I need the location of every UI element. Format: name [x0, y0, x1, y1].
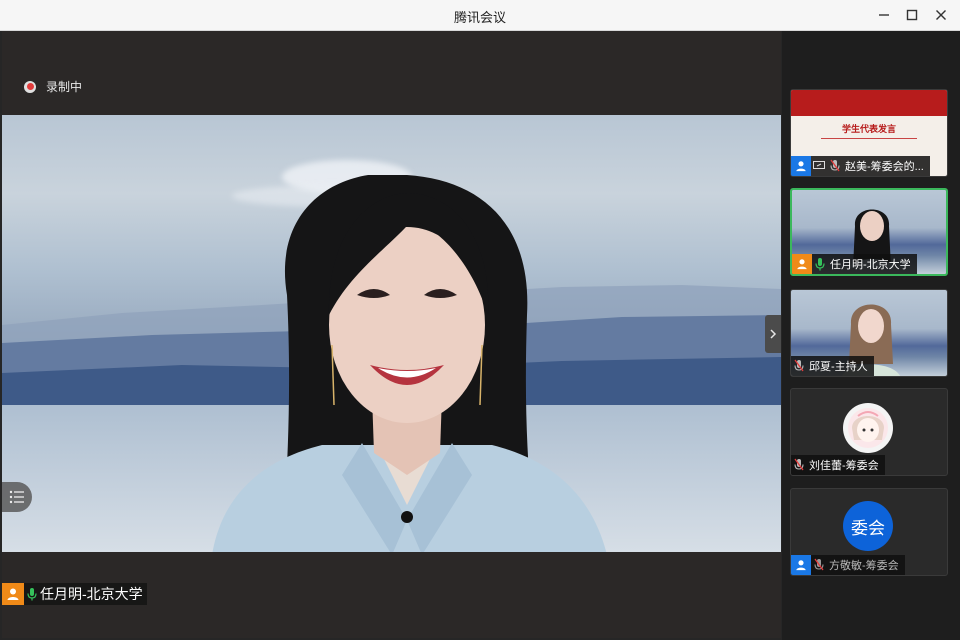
slide-title: 学生代表发言	[841, 124, 896, 134]
chevron-right-icon	[770, 329, 777, 339]
main-video	[2, 115, 781, 552]
mic-on-icon	[812, 254, 828, 274]
record-icon	[24, 80, 36, 93]
participant-name: 刘佳蕾-筹委会	[809, 460, 879, 472]
participant-name-tag: 任月明-北京大学	[792, 254, 917, 274]
slide-header-bar	[791, 90, 947, 116]
user-icon	[791, 555, 811, 575]
close-button[interactable]	[930, 5, 952, 25]
participant-name: 赵美-筹委会的...	[845, 161, 924, 173]
screen-share-icon	[811, 156, 827, 176]
user-icon	[792, 254, 812, 274]
user-icon	[2, 583, 24, 605]
speaker-person	[212, 175, 607, 552]
participant-name-tag: 刘佳蕾-筹委会	[791, 455, 885, 475]
meeting-window: 腾讯会议 录制中 任月明-北京大学 学生代表发言 赵美-筹委会的... 任月明-…	[0, 0, 960, 640]
participant-tile[interactable]: 学生代表发言 赵美-筹委会的...	[790, 89, 948, 177]
collapse-panel-button[interactable]	[765, 315, 781, 353]
participant-avatar: 委会	[843, 501, 893, 551]
participant-avatar	[843, 403, 893, 453]
main-speaker-area: 录制中	[2, 31, 781, 638]
window-title: 腾讯会议	[453, 10, 506, 25]
main-speaker-name: 任月明-北京大学	[40, 586, 143, 602]
user-icon	[791, 156, 811, 176]
close-icon	[936, 10, 946, 20]
minimize-icon	[879, 14, 889, 16]
participant-tile[interactable]: 刘佳蕾-筹委会	[790, 388, 948, 476]
title-bar: 腾讯会议	[0, 0, 960, 31]
participant-name: 任月明-北京大学	[830, 259, 911, 271]
participant-name: 邱夏-主持人	[809, 361, 868, 373]
recording-label: 录制中	[46, 80, 83, 94]
participant-panel: 学生代表发言 赵美-筹委会的... 任月明-北京大学 邱夏-主持人 刘佳蕾-筹委…	[782, 31, 960, 640]
member-list-button[interactable]	[2, 482, 32, 512]
maximize-icon	[906, 9, 918, 21]
mic-on-icon	[24, 583, 40, 605]
mic-muted-icon	[791, 455, 807, 475]
minimize-button[interactable]	[873, 5, 895, 25]
mic-muted-icon	[811, 555, 827, 575]
recording-indicator[interactable]: 录制中	[24, 78, 82, 95]
participant-name-tag: 方敬敏-筹委会	[791, 555, 905, 575]
participant-tile[interactable]: 邱夏-主持人	[790, 289, 948, 377]
maximize-button[interactable]	[901, 5, 923, 25]
cartoon-girl-icon	[848, 408, 888, 448]
participant-tile-active[interactable]: 任月明-北京大学	[790, 188, 948, 276]
participant-tile[interactable]: 委会 方敬敏-筹委会	[790, 488, 948, 576]
mic-muted-icon	[827, 156, 843, 176]
participant-name: 方敬敏-筹委会	[829, 560, 899, 572]
main-speaker-name-tag: 任月明-北京大学	[2, 583, 147, 605]
slide-divider	[821, 138, 917, 153]
list-icon	[9, 490, 24, 504]
participant-name-tag: 邱夏-主持人	[791, 356, 874, 376]
participant-name-tag: 赵美-筹委会的...	[791, 156, 930, 176]
mic-muted-icon	[791, 356, 807, 376]
